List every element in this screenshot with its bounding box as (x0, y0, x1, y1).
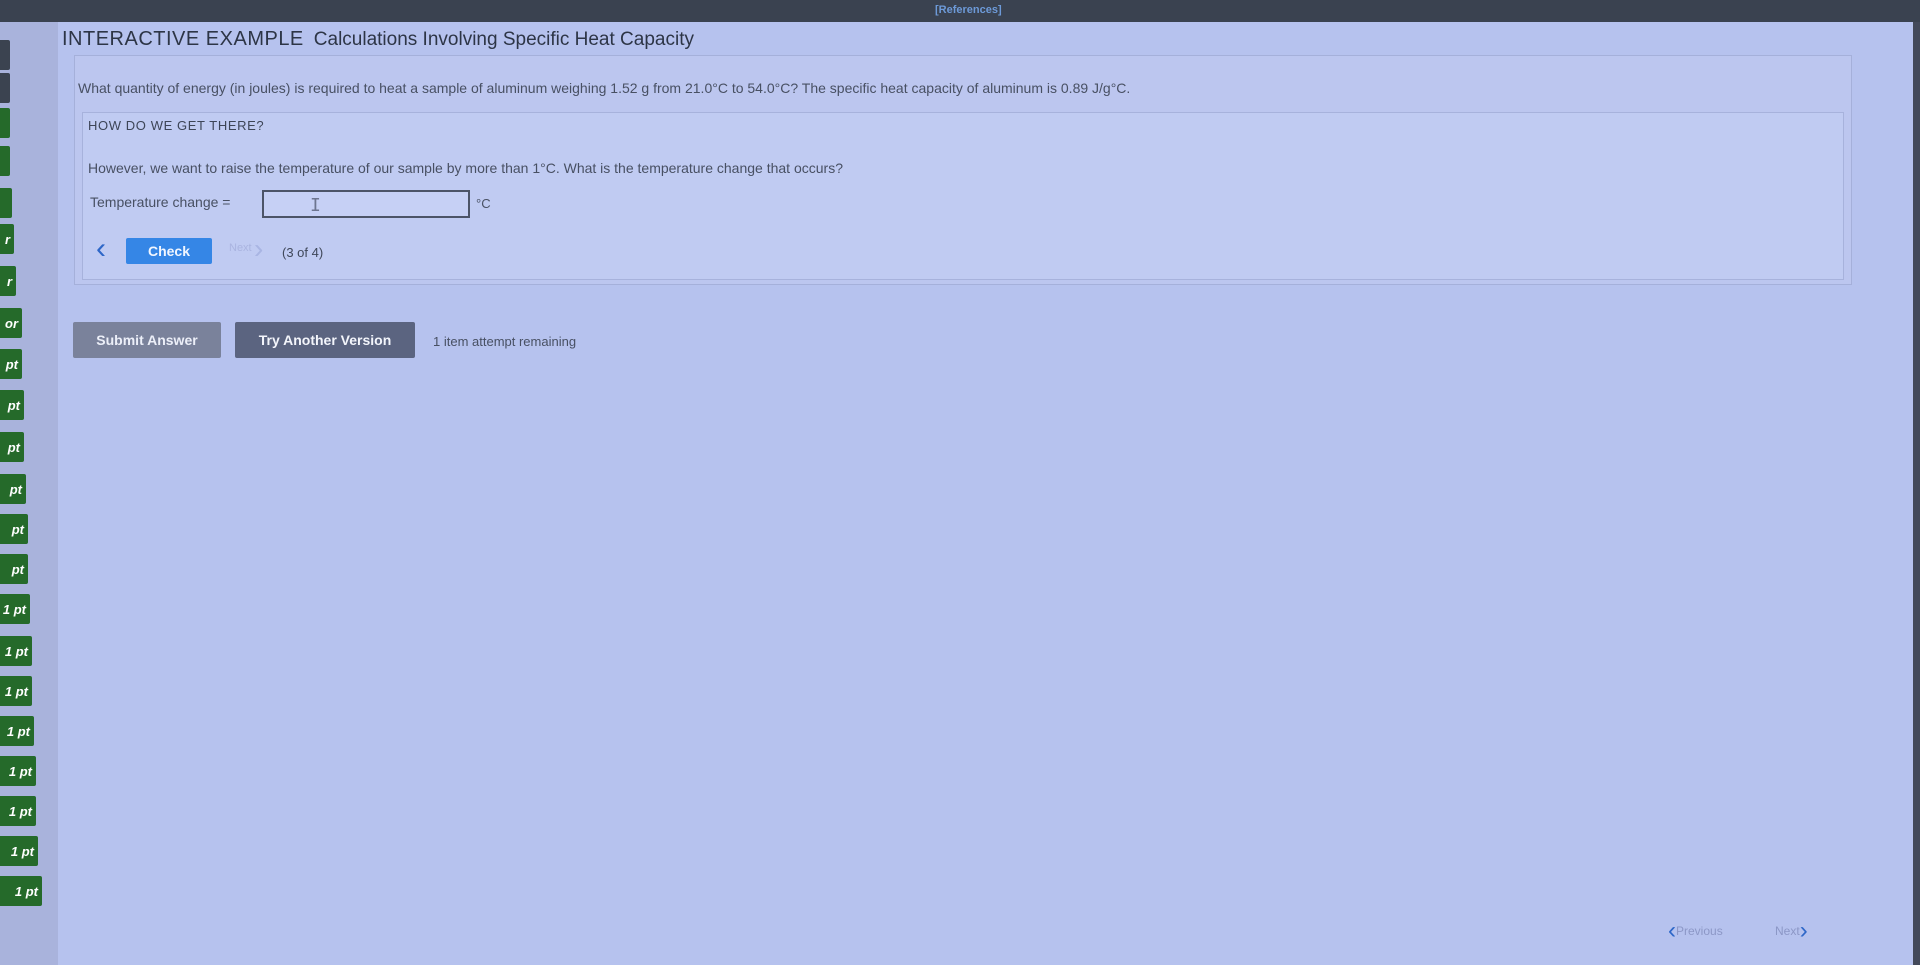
text-cursor-icon: I (310, 195, 321, 216)
temperature-change-label: Temperature change = (90, 194, 231, 210)
try-another-version-button[interactable]: Try Another Version (235, 322, 415, 358)
chevron-left-icon: ‹ (1668, 917, 1676, 944)
nav-item[interactable] (0, 40, 10, 70)
submit-answer-button[interactable]: Submit Answer (73, 322, 221, 358)
attempts-remaining: 1 item attempt remaining (433, 334, 577, 349)
question-text: What quantity of energy (in joules) is r… (78, 80, 1131, 96)
top-bar: [References] (0, 0, 1920, 22)
nav-item[interactable]: 1 pt (0, 636, 32, 666)
nav-item[interactable]: pt (0, 432, 24, 462)
nav-item[interactable]: 1 pt (0, 676, 32, 706)
next-page-link[interactable]: Next › (1775, 917, 1808, 944)
page-title: INTERACTIVE EXAMPLE Calculations Involvin… (62, 28, 694, 51)
howto-body: However, we want to raise the temperatur… (88, 160, 843, 176)
unit-label: °C (476, 196, 491, 211)
next-step-label[interactable]: Next (229, 242, 252, 254)
nav-item[interactable]: r (0, 266, 16, 296)
question-nav: r r or pt pt pt pt pt pt 1 pt 1 pt 1 pt … (0, 22, 58, 965)
nav-item[interactable]: 1 pt (0, 796, 36, 826)
nav-item[interactable]: 1 pt (0, 756, 36, 786)
nav-item[interactable] (0, 73, 10, 103)
check-button[interactable]: Check (126, 238, 212, 264)
nav-item[interactable]: or (0, 308, 22, 338)
nav-item[interactable]: pt (0, 514, 28, 544)
references-link[interactable]: [References] (935, 4, 1002, 16)
nav-item[interactable]: pt (0, 349, 22, 379)
step-indicator: (3 of 4) (282, 245, 324, 260)
previous-page-label: Previous (1676, 924, 1723, 938)
nav-item[interactable]: pt (0, 390, 24, 420)
nav-item[interactable]: 1 pt (0, 876, 42, 906)
right-edge-bar (1913, 22, 1920, 965)
nav-item[interactable]: 1 pt (0, 594, 30, 624)
example-tag: INTERACTIVE EXAMPLE (62, 28, 304, 50)
nav-item[interactable] (0, 146, 10, 176)
next-page-label: Next (1775, 924, 1800, 938)
nav-item[interactable] (0, 108, 10, 138)
nav-item[interactable]: pt (0, 474, 26, 504)
previous-page-link[interactable]: ‹ Previous (1668, 917, 1723, 944)
chevron-right-icon: › (1799, 917, 1808, 944)
previous-step-chevron-icon[interactable]: ‹ (96, 234, 106, 264)
nav-item[interactable]: 1 pt (0, 836, 38, 866)
nav-item[interactable] (0, 188, 12, 218)
nav-item[interactable]: pt (0, 554, 28, 584)
example-title: Calculations Involving Specific Heat Cap… (313, 29, 694, 50)
nav-item[interactable]: r (0, 224, 14, 254)
nav-item[interactable]: 1 pt (0, 716, 34, 746)
next-step-chevron-icon[interactable]: › (254, 234, 263, 264)
temperature-change-input[interactable] (262, 190, 470, 218)
howto-title: HOW DO WE GET THERE? (88, 118, 265, 133)
